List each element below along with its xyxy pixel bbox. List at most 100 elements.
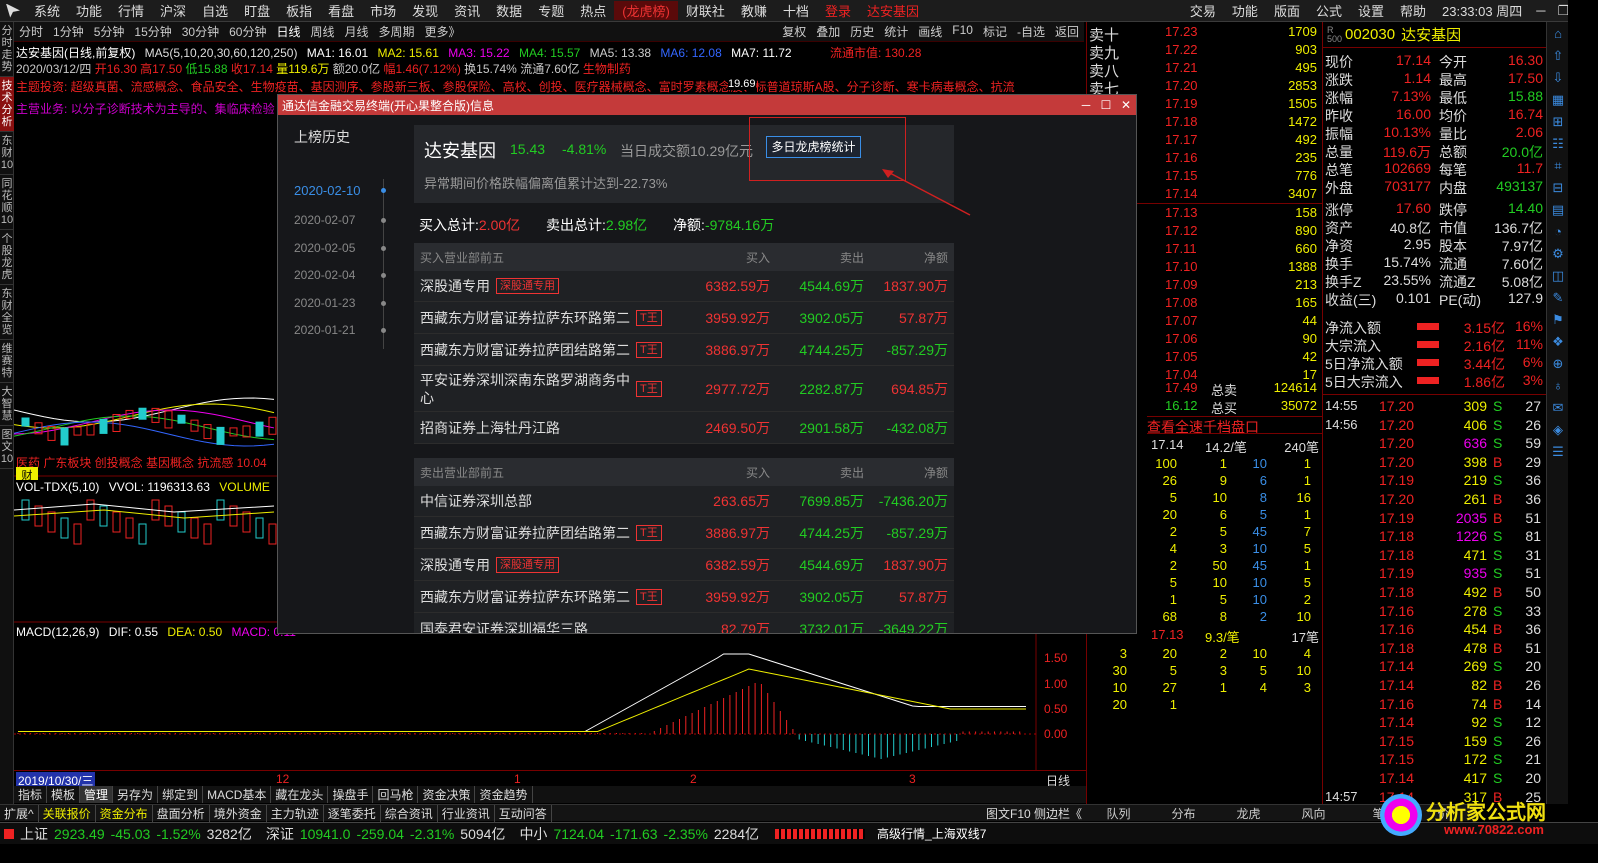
history-date[interactable]: 2020-02-07 [294,213,355,227]
indicator-tool[interactable]: 管理 [80,786,114,803]
menu-item[interactable]: 热点 [572,1,614,20]
dialog-titlebar[interactable]: 通达信金融交易终端(开心果整合版)信息 ─ ☐ ✕ [278,95,1136,115]
sidebar-tool-icon[interactable]: ❖ [1548,332,1568,352]
history-date[interactable]: 2020-01-23 [294,296,355,310]
sidebar-tool-icon[interactable]: ☰ [1548,442,1568,462]
sidebar-tool-icon[interactable]: ▦ [1548,90,1568,110]
period-tool[interactable]: -自选 [1012,23,1050,40]
left-tab[interactable]: 个股龙虎 [0,230,14,285]
menu-item[interactable]: 沪深 [152,1,194,20]
bottom-tab[interactable]: 队列 [1086,805,1151,822]
broker-row[interactable]: 招商证券上海牡丹江路 2469.50万 2901.58万 -432.08万 [414,412,954,444]
extension-tool[interactable]: 行业资讯 [438,804,495,822]
indicator-tool[interactable]: 另存为 [113,786,159,803]
sidebar-tool-icon[interactable]: ⊞ [1548,112,1568,132]
period-tab[interactable]: 5分钟 [89,23,130,40]
sidebar-tool-icon[interactable]: ◫ [1548,266,1568,286]
menu-right-item[interactable]: 设置 [1350,1,1392,20]
dialog-minimize-icon[interactable]: ─ [1076,98,1096,112]
extension-tool[interactable]: 关联报价 [39,804,96,822]
left-tab[interactable]: 技术分析 [0,77,14,132]
sidebar-tool-icon[interactable]: ✉ [1548,398,1568,418]
menu-item[interactable]: 数据 [488,1,530,20]
broker-row[interactable]: 平安证券深圳深南东路罗湖商务中心 T王 2977.72万 2282.87万 694.85… [414,366,954,412]
history-date[interactable]: 2020-02-04 [294,268,355,282]
left-tab[interactable]: 东财10 [0,132,14,175]
broker-row[interactable]: 西藏东方财富证券拉萨团结路第二 T王 3886.97万 4744.25万 -857.29… [414,517,954,549]
indicator-tool[interactable]: 资金决策 [418,786,476,803]
history-date[interactable]: 2020-02-05 [294,241,355,255]
menu-item[interactable]: 看盘 [320,1,362,20]
finance-icon[interactable]: 财 [16,467,38,482]
sidebar-tool-icon[interactable]: ⊟ [1548,178,1568,198]
left-tab[interactable]: 图文10 [0,426,14,469]
menu-right-item[interactable]: 公式 [1308,1,1350,20]
dialog-maximize-icon[interactable]: ☐ [1096,98,1116,112]
ma-params[interactable]: MA5(5,10,20,30,60,120,250) [145,46,298,60]
broker-row[interactable]: 深股通专用 深股通专用 6382.59万 4544.69万 1837.90万 [414,549,954,581]
broker-row[interactable]: 西藏东方财富证券拉萨团结路第二 T王 3886.97万 4744.25万 -857.29… [414,334,954,366]
extension-tool[interactable]: 盘面分析 [153,804,210,822]
indicator-tool[interactable]: 绑定到 [158,786,204,803]
menu-extra-item[interactable]: 教赚 [733,1,775,20]
extension-tool[interactable]: 资金分布 [96,804,153,822]
left-tab[interactable]: 维赛特 [0,340,14,383]
extension-tool[interactable]: 综合资讯 [381,804,438,822]
minimize-icon[interactable]: ─ [1530,3,1551,18]
period-tool[interactable]: 返回 [1050,23,1084,40]
period-tool[interactable]: 统计 [879,23,913,40]
menu-item[interactable]: 自选 [194,1,236,20]
extension-tool[interactable]: 主力轨迹 [267,804,324,822]
menu-item[interactable]: 系统 [26,1,68,20]
bottom-tab[interactable]: 龙虎 [1216,805,1281,822]
indicator-tool[interactable]: 藏在龙头 [271,786,329,803]
extension-tool[interactable]: 逐笔委托 [324,804,381,822]
sidebar-tool-icon[interactable]: ⇩ [1548,68,1568,88]
period-tab[interactable]: 更多》 [420,23,466,40]
sidebar-tool-icon[interactable]: ⚙ [1548,244,1568,264]
macd-name[interactable]: MACD(12,26,9) [16,625,99,639]
sidebar-tool-icon[interactable]: ▤ [1548,200,1568,220]
bottom-tab[interactable]: 风向 [1281,805,1346,822]
menu-extra-item[interactable]: 财联社 [678,1,733,20]
period-tab[interactable]: 15分钟 [129,23,176,40]
extension-tool[interactable]: 扩展^ [0,804,39,822]
f10-sidebar-toggle[interactable]: 图文F10 侧边栏《 [986,805,1082,822]
period-tab[interactable]: 1分钟 [48,23,89,40]
menu-item[interactable]: 专题 [530,1,572,20]
broker-row[interactable]: 西藏东方财富证券拉萨东环路第二 T王 3959.92万 3902.05万 57.87万 [414,302,954,334]
indicator-tool[interactable]: 模板 [47,786,81,803]
extension-tool[interactable]: 境外资金 [210,804,267,822]
menu-right-item[interactable]: 功能 [1224,1,1266,20]
extension-tool[interactable]: 互动问答 [495,804,552,822]
history-date[interactable]: 2020-01-21 [294,323,355,337]
menu-item[interactable]: 功能 [68,1,110,20]
menu-item[interactable]: 行情 [110,1,152,20]
broker-row[interactable]: 国泰君安证券深圳福华三路 82.79万 3732.01万 -3649.22万 [414,613,954,633]
history-date[interactable]: 2020-02-10 [294,183,361,198]
sz-label[interactable]: 深证 [266,824,294,844]
period-tab[interactable]: 月线 [340,23,374,40]
menu-extra-item[interactable]: 登录 [817,1,859,20]
vol-name[interactable]: VOL-TDX(5,10) [16,480,99,494]
sidebar-tool-icon[interactable]: ◔ [1548,222,1568,242]
zx-label[interactable]: 中小 [519,824,547,844]
sidebar-tool-icon[interactable]: ◈ [1548,420,1568,440]
sidebar-tool-icon[interactable]: ☷ [1548,134,1568,154]
menu-extra-item[interactable]: 十档 [775,1,817,20]
sidebar-tool-icon[interactable]: ⇧ [1548,46,1568,66]
sh-label[interactable]: 上证 [20,824,48,844]
broker-row[interactable]: 西藏东方财富证券拉萨东环路第二 T王 3959.92万 3902.05万 57.87万 [414,581,954,613]
sidebar-tool-icon[interactable]: ✎ [1548,288,1568,308]
indicator-tool[interactable]: 回马枪 [373,786,419,803]
menu-extra-item[interactable]: 达安基因 [859,1,927,20]
period-tool[interactable]: 标记 [978,23,1012,40]
period-tool[interactable]: 画线 [913,23,947,40]
period-tab[interactable]: 日线 [271,23,305,40]
menu-item[interactable]: 发现 [404,1,446,20]
menu-right-item[interactable]: 版面 [1266,1,1308,20]
period-tab[interactable]: 60分钟 [224,23,271,40]
left-tab[interactable]: 东财全览 [0,285,14,340]
period-tab[interactable]: 30分钟 [177,23,224,40]
period-tool[interactable]: F10 [947,23,978,40]
